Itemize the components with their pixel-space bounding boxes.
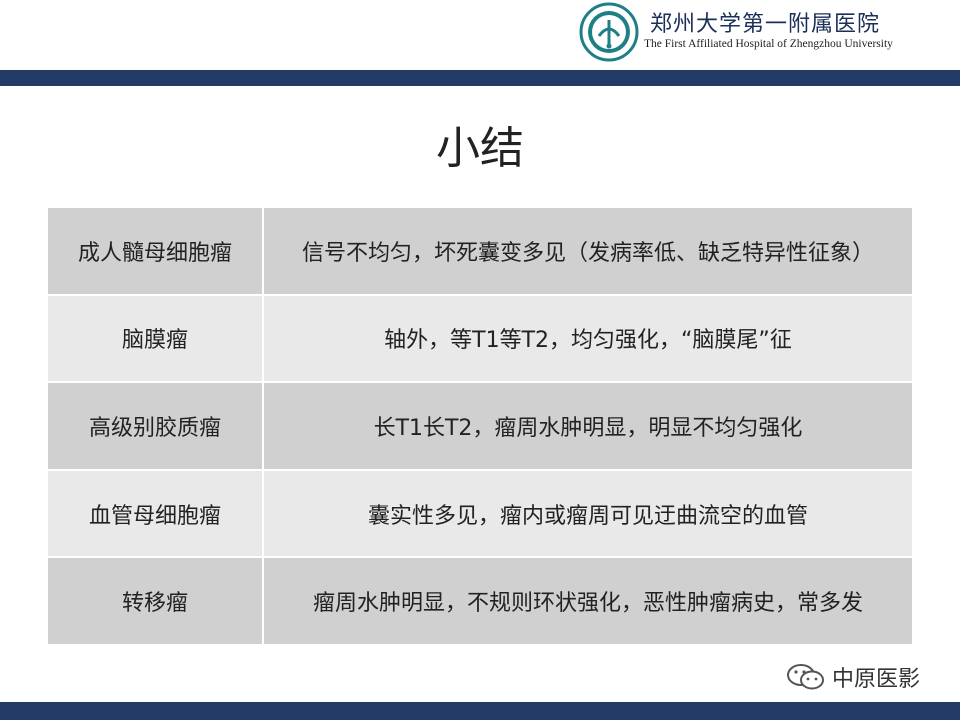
slide-title: 小结 [436,123,524,174]
table-row: 血管母细胞瘤 囊实性多见，瘤内或瘤周可见迂曲流空的血管 [48,468,912,557]
wechat-icon [787,664,824,690]
header-divider-bar [0,70,960,86]
watermark-text: 中原医影 [832,667,921,692]
table-row: 高级别胶质瘤 长T1长T2，瘤周水肿明显，明显不均匀强化 [48,381,912,469]
footer-bar [0,702,960,720]
summary-table: 成人髓母细胞瘤 信号不均匀，坏死囊变多见（发病率低、缺乏特异性征象） 脑膜瘤 轴… [48,208,912,644]
hospital-logo-icon [579,2,639,62]
tumor-feature-cell: 信号不均匀，坏死囊变多见（发病率低、缺乏特异性征象） [264,208,912,294]
tumor-feature-cell: 轴外，等T1等T2，均匀强化，“脑膜尾”征 [264,295,912,382]
tumor-feature-cell: 瘤周水肿明显，不规则环状强化，恶性肿瘤病史，常多发 [264,558,912,644]
tumor-name-cell: 脑膜瘤 [48,295,264,382]
table-row: 转移瘤 瘤周水肿明显，不规则环状强化，恶性肿瘤病史，常多发 [48,556,912,644]
hospital-name-cn: 郑州大学第一附属医院 [650,12,881,37]
tumor-name-cell: 转移瘤 [48,558,264,644]
hospital-name-en: The First Affiliated Hospital of Zhengzh… [644,38,893,50]
tumor-name-cell: 成人髓母细胞瘤 [48,208,264,294]
tumor-name-cell: 血管母细胞瘤 [48,470,264,557]
tumor-feature-cell: 囊实性多见，瘤内或瘤周可见迂曲流空的血管 [264,470,912,557]
slide-header: 郑州大学第一附属医院 The First Affiliated Hospital… [0,0,960,70]
table-row: 脑膜瘤 轴外，等T1等T2，均匀强化，“脑膜尾”征 [48,293,912,382]
table-row: 成人髓母细胞瘤 信号不均匀，坏死囊变多见（发病率低、缺乏特异性征象） [48,208,912,294]
watermark: 中原医影 [786,660,920,694]
tumor-name-cell: 高级别胶质瘤 [48,383,264,469]
tumor-feature-cell: 长T1长T2，瘤周水肿明显，明显不均匀强化 [264,383,912,469]
